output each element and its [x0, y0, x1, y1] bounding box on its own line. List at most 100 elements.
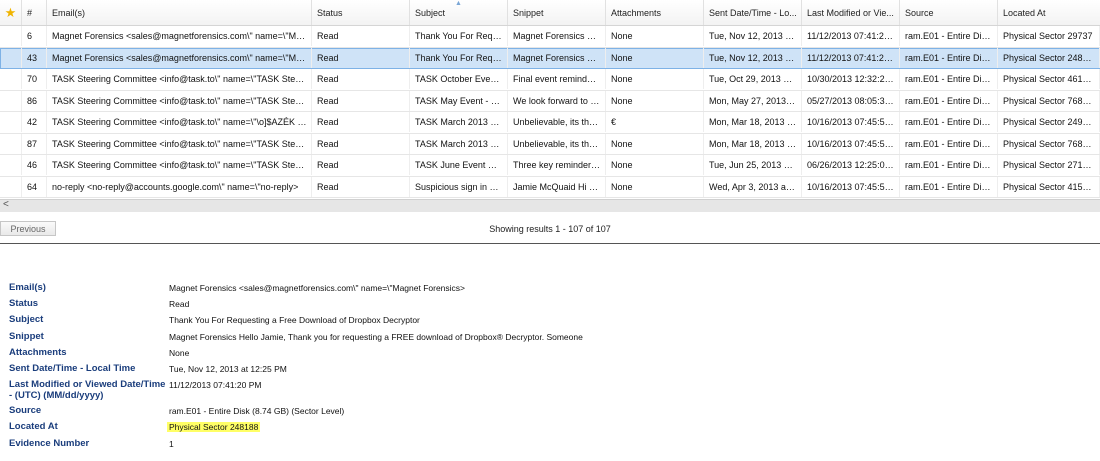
cell-located-at: Physical Sector 415395 [998, 176, 1100, 197]
detail-label: Email(s) [9, 282, 46, 293]
column-header-attachments[interactable]: Attachments [606, 0, 704, 25]
cell-number: 64 [22, 176, 47, 197]
column-header-located-at[interactable]: Located At [998, 0, 1100, 25]
sort-indicator-icon: ▲ [455, 0, 462, 7]
horizontal-scrollbar[interactable]: < [0, 199, 1100, 212]
cell-number: 46 [22, 155, 47, 175]
detail-value: Tue, Nov 12, 2013 at 12:25 PM [169, 363, 287, 374]
cell-number: 43 [22, 47, 47, 68]
cell-email: no-reply <no-reply@accounts.google.com\"… [47, 176, 312, 197]
cell-last-modified: 10/16/2013 07:45:58 ... [802, 133, 900, 154]
table-row[interactable]: 64 no-reply <no-reply@accounts.google.com… [0, 176, 1100, 198]
cell-number: 87 [22, 133, 47, 154]
detail-value: 1 [169, 438, 174, 449]
column-header-status[interactable]: Status [312, 0, 410, 25]
cell-snippet: Magnet Forensics Hell... [508, 26, 606, 46]
column-header-snippet[interactable]: Snippet [508, 0, 606, 25]
detail-label: Located At [9, 421, 58, 433]
cell-number: 6 [22, 26, 47, 46]
table-row[interactable]: 46 TASK Steering Committee <info@task.to\… [0, 155, 1100, 177]
cell-located-at: Physical Sector 248188 [998, 47, 1100, 68]
cell-sent-date: Wed, Apr 3, 2013 at 1... [704, 176, 802, 197]
bookmark-cell[interactable] [0, 26, 22, 46]
detail-value: Physical Sector 248188 [167, 422, 261, 433]
cell-attachments: None [606, 26, 704, 46]
cell-sent-date: Mon, Mar 18, 2013 at ... [704, 133, 802, 154]
results-count: Showing results 1 - 107 of 107 [489, 224, 611, 234]
cell-email: TASK Steering Committee <info@task.to\" … [47, 155, 312, 175]
cell-subject: Suspicious sign in pre... [410, 176, 508, 197]
column-header-sent-date[interactable]: Sent Date/Time - Lo... [704, 0, 802, 25]
cell-source: ram.E01 - Entire Disk (... [900, 112, 998, 132]
cell-snippet: Three key reminders: - ... [508, 155, 606, 175]
highlighted-location: Physical Sector 248188 [167, 422, 261, 433]
cell-snippet: Final event reminder fo... [508, 69, 606, 89]
cell-subject: TASK May Event - W... [410, 90, 508, 111]
cell-email: TASK Steering Committee <info@task.to\" … [47, 133, 312, 154]
column-header-number[interactable]: # [22, 0, 47, 25]
cell-last-modified: 06/26/2013 12:25:08 ... [802, 155, 900, 175]
cell-snippet: Jamie McQuaid Hi Ja... [508, 176, 606, 197]
cell-status: Read [312, 90, 410, 111]
table-row[interactable]: 87 TASK Steering Committee <info@task.to\… [0, 133, 1100, 155]
cell-sent-date: Tue, Nov 12, 2013 at ... [704, 47, 802, 68]
table-row[interactable]: 6 Magnet Forensics <sales@magnetforensics… [0, 26, 1100, 48]
bookmark-cell[interactable] [0, 90, 22, 111]
bookmark-cell[interactable] [0, 47, 22, 68]
results-grid: ★ # Email(s) Status Subject Snippet Atta… [0, 0, 1100, 198]
cell-last-modified: 10/16/2013 07:45:58 ... [802, 112, 900, 132]
cell-sent-date: Tue, Nov 12, 2013 at ... [704, 26, 802, 46]
cell-attachments: None [606, 47, 704, 68]
bookmark-cell[interactable] [0, 176, 22, 197]
cell-subject: Thank You For Reque... [410, 47, 508, 68]
bookmark-cell[interactable] [0, 69, 22, 89]
detail-value: Magnet Forensics Hello Jamie, Thank you … [169, 331, 583, 342]
cell-located-at: Physical Sector 29737 [998, 26, 1100, 46]
column-header-emails[interactable]: Email(s) [47, 0, 312, 25]
detail-label: Evidence Number [9, 437, 90, 449]
table-row[interactable]: 70 TASK Steering Committee <info@task.to\… [0, 69, 1100, 91]
pager: Previous Showing results 1 - 107 of 107 [0, 219, 1100, 239]
cell-source: ram.E01 - Entire Disk (... [900, 176, 998, 197]
cell-source: ram.E01 - Entire Disk (... [900, 47, 998, 68]
detail-value: Thank You For Requesting a Free Download… [169, 315, 420, 326]
cell-attachments: None [606, 69, 704, 89]
cell-located-at: Physical Sector 271962 [998, 155, 1100, 175]
cell-email: TASK Steering Committee <info@task.to\" … [47, 112, 312, 132]
cell-sent-date: Mon, May 27, 2013 at ... [704, 90, 802, 111]
detail-value: None [169, 347, 190, 358]
cell-number: 70 [22, 69, 47, 89]
cell-located-at: Physical Sector 461890 [998, 69, 1100, 89]
cell-status: Read [312, 176, 410, 197]
cell-snippet: Unbelievable, its the m... [508, 133, 606, 154]
cell-located-at: Physical Sector 768010 [998, 133, 1100, 154]
bookmark-cell[interactable] [0, 155, 22, 175]
cell-email: Magnet Forensics <sales@magnetforensics.… [47, 26, 312, 46]
scroll-left-icon[interactable]: < [3, 199, 9, 210]
cell-source: ram.E01 - Entire Disk (... [900, 155, 998, 175]
bookmark-cell[interactable] [0, 112, 22, 132]
column-header-source[interactable]: Source [900, 0, 998, 25]
cell-attachments: None [606, 155, 704, 175]
cell-subject: TASK March 2013 Ev... [410, 133, 508, 154]
detail-value: Magnet Forensics <sales@magnetforensics.… [169, 283, 466, 293]
cell-email: Magnet Forensics <sales@magnetforensics.… [47, 47, 312, 68]
table-row[interactable]: 42 TASK Steering Committee <info@task.to\… [0, 112, 1100, 134]
bookmark-column-header[interactable]: ★ [0, 0, 22, 25]
cell-last-modified: 05/27/2013 08:05:30 ... [802, 90, 900, 111]
cell-status: Read [312, 26, 410, 46]
panel-divider[interactable] [0, 243, 1100, 244]
cell-subject: TASK October Event ... [410, 69, 508, 89]
cell-last-modified: 11/12/2013 07:41:20 ... [802, 26, 900, 46]
column-header-last-modified[interactable]: Last Modified or Vie... [802, 0, 900, 25]
cell-attachments: € [606, 112, 704, 132]
detail-label: Status [9, 298, 39, 310]
cell-sent-date: Mon, Mar 18, 2013 at ... [704, 112, 802, 132]
bookmark-cell[interactable] [0, 133, 22, 154]
cell-snippet: We look forward to se... [508, 90, 606, 111]
table-row[interactable]: 43 Magnet Forensics <sales@magnetforensic… [0, 47, 1100, 69]
detail-label: Source [9, 405, 42, 417]
table-row[interactable]: 86 TASK Steering Committee <info@task.to\… [0, 90, 1100, 112]
cell-attachments: None [606, 90, 704, 111]
cell-source: ram.E01 - Entire Disk (... [900, 90, 998, 111]
